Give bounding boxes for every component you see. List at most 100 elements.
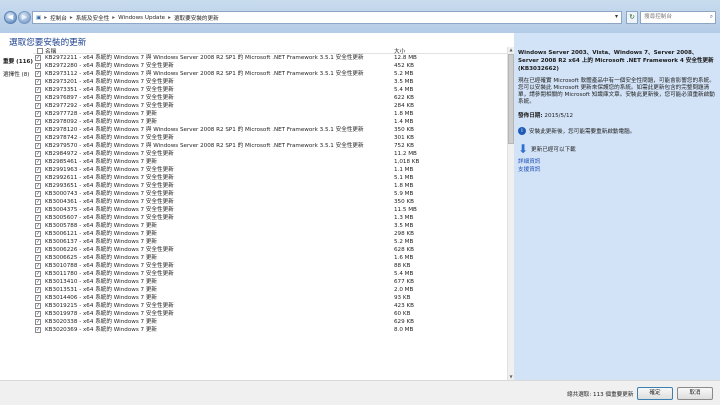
table-row[interactable]: ✓ KB3020369 - x64 系統的 Windows 7 更新 8.0 MB (33, 326, 507, 334)
table-row[interactable]: ✓ KB2972280 - x64 系統的 Windows 7 安全性更新 452 … (33, 62, 507, 70)
update-size: 12.8 MB (394, 55, 417, 61)
update-checkbox[interactable]: ✓ (35, 119, 41, 125)
table-row[interactable]: ✓ KB2985461 - x64 系統的 Windows 7 更新 1,018 K… (33, 158, 507, 166)
update-name: KB3006226 - x64 系統的 Windows 7 安全性更新 (45, 247, 174, 253)
table-row[interactable]: ✓ KB3006121 - x64 系統的 Windows 7 更新 298 KB (33, 230, 507, 238)
breadcrumb-item[interactable]: 系統及安全性 (76, 14, 110, 22)
category-important[interactable]: 重要 (116) (3, 57, 33, 65)
update-checkbox[interactable]: ✓ (35, 279, 41, 285)
update-checkbox[interactable]: ✓ (35, 207, 41, 213)
table-row[interactable]: ✓ KB3020338 - x64 系統的 Windows 7 更新 629 KB (33, 318, 507, 326)
table-row[interactable]: ✓ KB2973112 - x64 系統的 Windows 7 與 Windows… (33, 70, 507, 78)
update-checkbox[interactable]: ✓ (35, 167, 41, 173)
update-rows: ✓ KB2972211 - x64 系統的 Windows 7 與 Windows… (33, 54, 507, 334)
table-row[interactable]: ✓ KB2978120 - x64 系統的 Windows 7 與 Windows… (33, 126, 507, 134)
breadcrumb-item[interactable]: 選取要安裝的更新 (174, 14, 219, 22)
update-checkbox[interactable]: ✓ (35, 55, 41, 61)
category-pane: 重要 (116) 選擇性 (8) (3, 57, 33, 83)
vertical-scrollbar[interactable]: ▲ ▼ (507, 47, 514, 380)
table-row[interactable]: ✓ KB2993651 - x64 系統的 Windows 7 安全性更新 1.8 … (33, 182, 507, 190)
table-row[interactable]: ✓ KB2991963 - x64 系統的 Windows 7 安全性更新 1.1 … (33, 166, 507, 174)
search-icon[interactable]: ⌕ (710, 12, 713, 23)
update-size: 622 KB (394, 95, 414, 101)
update-checkbox[interactable]: ✓ (35, 103, 41, 109)
table-row[interactable]: ✓ KB3013531 - x64 系統的 Windows 7 更新 2.0 MB (33, 286, 507, 294)
breadcrumb-item[interactable]: Windows Update (118, 15, 165, 21)
update-checkbox[interactable]: ✓ (35, 111, 41, 117)
table-row[interactable]: ✓ KB2977292 - x64 系統的 Windows 7 安全性更新 284 … (33, 102, 507, 110)
table-row[interactable]: ✓ KB2978742 - x64 系統的 Windows 7 安全性更新 301 … (33, 134, 507, 142)
update-checkbox[interactable]: ✓ (35, 327, 41, 333)
chevron-right-icon: ▸ (168, 14, 171, 21)
update-checkbox[interactable]: ✓ (35, 63, 41, 69)
update-checkbox[interactable]: ✓ (35, 223, 41, 229)
table-row[interactable]: ✓ KB3006137 - x64 系統的 Windows 7 更新 5.2 MB (33, 238, 507, 246)
update-checkbox[interactable]: ✓ (35, 311, 41, 317)
update-checkbox[interactable]: ✓ (35, 303, 41, 309)
update-name: KB2978092 - x64 系統的 Windows 7 更新 (45, 119, 158, 125)
table-row[interactable]: ✓ KB2977728 - x64 系統的 Windows 7 更新 1.8 MB (33, 110, 507, 118)
table-row[interactable]: ✓ KB2973201 - x64 系統的 Windows 7 安全性更新 3.5 … (33, 78, 507, 86)
ok-button[interactable]: 確定 (637, 387, 673, 400)
update-checkbox[interactable]: ✓ (35, 255, 41, 261)
update-name: KB2992611 - x64 系統的 Windows 7 安全性更新 (45, 175, 174, 181)
table-row[interactable]: ✓ KB2979570 - x64 系統的 Windows 7 與 Windows… (33, 142, 507, 150)
update-size: 5.2 MB (394, 71, 414, 77)
refresh-icon[interactable]: ↻ (626, 11, 638, 24)
table-row[interactable]: ✓ KB3006625 - x64 系統的 Windows 7 更新 1.6 MB (33, 254, 507, 262)
table-row[interactable]: ✓ KB3005788 - x64 系統的 Windows 7 更新 3.5 MB (33, 222, 507, 230)
update-checkbox[interactable]: ✓ (35, 159, 41, 165)
table-row[interactable]: ✓ KB2992611 - x64 系統的 Windows 7 安全性更新 5.1 … (33, 174, 507, 182)
back-arrow-icon[interactable]: ◀ (4, 11, 17, 24)
table-row[interactable]: ✓ KB3019215 - x64 系統的 Windows 7 安全性更新 423 … (33, 302, 507, 310)
table-row[interactable]: ✓ KB3013410 - x64 系統的 Windows 7 更新 677 KB (33, 278, 507, 286)
update-checkbox[interactable]: ✓ (35, 263, 41, 269)
update-checkbox[interactable]: ✓ (35, 319, 41, 325)
update-checkbox[interactable]: ✓ (35, 295, 41, 301)
table-row[interactable]: ✓ KB3005607 - x64 系統的 Windows 7 安全性更新 1.3 … (33, 214, 507, 222)
table-row[interactable]: ✓ KB3019978 - x64 系統的 Windows 7 安全性更新 60 K… (33, 310, 507, 318)
table-row[interactable]: ✓ KB3010788 - x64 系統的 Windows 7 安全性更新 88 K… (33, 262, 507, 270)
table-row[interactable]: ✓ KB3000743 - x64 系統的 Windows 7 安全性更新 5.9 … (33, 190, 507, 198)
restart-note: 安裝此更新後，您可能需要重新啟動電腦。 (529, 129, 636, 135)
support-info-link[interactable]: 支援資訊 (518, 166, 715, 174)
table-row[interactable]: ✓ KB2972211 - x64 系統的 Windows 7 與 Windows… (33, 54, 507, 62)
table-row[interactable]: ✓ KB2976897 - x64 系統的 Windows 7 安全性更新 622 … (33, 94, 507, 102)
update-checkbox[interactable]: ✓ (35, 87, 41, 93)
update-checkbox[interactable]: ✓ (35, 151, 41, 157)
update-checkbox[interactable]: ✓ (35, 71, 41, 77)
update-checkbox[interactable]: ✓ (35, 183, 41, 189)
update-checkbox[interactable]: ✓ (35, 247, 41, 253)
update-checkbox[interactable]: ✓ (35, 231, 41, 237)
address-toolbar: ◀ ▶ ▣ ▸ 控制台 ▸ 系統及安全性 ▸ Windows Update ▸ … (0, 0, 720, 33)
table-row[interactable]: ✓ KB3004361 - x64 系統的 Windows 7 安全性更新 350 … (33, 198, 507, 206)
update-checkbox[interactable]: ✓ (35, 215, 41, 221)
update-checkbox[interactable]: ✓ (35, 287, 41, 293)
update-checkbox[interactable]: ✓ (35, 239, 41, 245)
table-row[interactable]: ✓ KB2978092 - x64 系統的 Windows 7 更新 1.4 MB (33, 118, 507, 126)
table-row[interactable]: ✓ KB2984972 - x64 系統的 Windows 7 安全性更新 11.2… (33, 150, 507, 158)
cancel-button[interactable]: 取消 (677, 387, 713, 400)
update-checkbox[interactable]: ✓ (35, 271, 41, 277)
search-input[interactable]: 搜尋控制台 ⌕ (640, 11, 716, 24)
update-checkbox[interactable]: ✓ (35, 79, 41, 85)
update-checkbox[interactable]: ✓ (35, 143, 41, 149)
breadcrumb-item[interactable]: 控制台 (50, 14, 67, 22)
update-checkbox[interactable]: ✓ (35, 95, 41, 101)
update-name: KB3006137 - x64 系統的 Windows 7 更新 (45, 239, 158, 245)
category-optional[interactable]: 選擇性 (8) (3, 70, 33, 78)
more-info-link[interactable]: 詳細資訊 (518, 158, 715, 166)
table-row[interactable]: ✓ KB3006226 - x64 系統的 Windows 7 安全性更新 628 … (33, 246, 507, 254)
update-checkbox[interactable]: ✓ (35, 175, 41, 181)
table-row[interactable]: ✓ KB3004375 - x64 系統的 Windows 7 安全性更新 11.5… (33, 206, 507, 214)
table-row[interactable]: ✓ KB2973351 - x64 系統的 Windows 7 安全性更新 5.4 … (33, 86, 507, 94)
update-checkbox[interactable]: ✓ (35, 199, 41, 205)
address-bar[interactable]: ▣ ▸ 控制台 ▸ 系統及安全性 ▸ Windows Update ▸ 選取要安… (32, 11, 622, 24)
update-checkbox[interactable]: ✓ (35, 127, 41, 133)
forward-arrow-icon[interactable]: ▶ (18, 11, 31, 24)
table-row[interactable]: ✓ KB3011780 - x64 系統的 Windows 7 安全性更新 5.4 … (33, 270, 507, 278)
address-dropdown-icon[interactable]: ▾ (615, 13, 618, 20)
update-checkbox[interactable]: ✓ (35, 135, 41, 141)
table-row[interactable]: ✓ KB3014406 - x64 系統的 Windows 7 更新 93 KB (33, 294, 507, 302)
update-checkbox[interactable]: ✓ (35, 191, 41, 197)
